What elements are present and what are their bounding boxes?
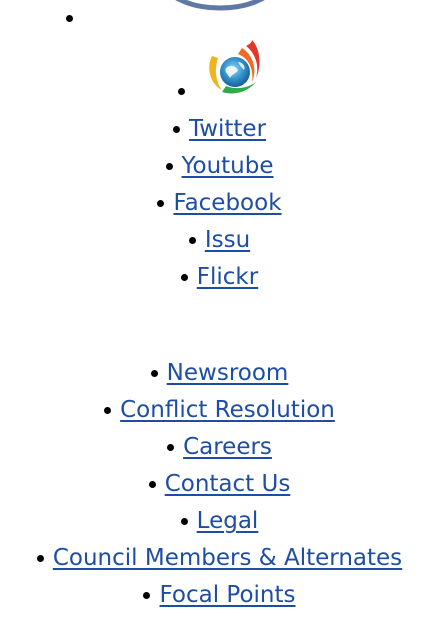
list-bullet (180, 274, 188, 281)
list-bullet (167, 444, 175, 451)
list-bullet (157, 200, 165, 207)
list-bullet (36, 555, 44, 562)
list-item: Careers (0, 436, 439, 473)
list-bullet (143, 592, 151, 599)
empty-list-bullet (66, 15, 73, 22)
list-bullet (150, 370, 158, 377)
flickr-link[interactable]: Flickr (197, 264, 258, 290)
list-bullet (104, 407, 112, 414)
list-bullet (180, 518, 188, 525)
list-item: Contact Us (0, 473, 439, 510)
list-item: Facebook (0, 192, 439, 229)
contact-us-link[interactable]: Contact Us (165, 471, 291, 497)
list-item: Newsroom (0, 362, 439, 399)
globe-flame-emblem-icon[interactable] (202, 38, 270, 96)
legal-link[interactable]: Legal (197, 508, 259, 534)
footer-links-list: Newsroom Conflict Resolution Careers Con… (0, 362, 439, 621)
list-item: Flickr (0, 266, 439, 303)
facebook-link[interactable]: Facebook (173, 190, 281, 216)
issu-link[interactable]: Issu (205, 227, 250, 253)
youtube-link[interactable]: Youtube (182, 153, 274, 179)
newsroom-link[interactable]: Newsroom (167, 360, 289, 386)
list-item: Legal (0, 510, 439, 547)
list-bullet (148, 481, 156, 488)
conflict-resolution-link[interactable]: Conflict Resolution (120, 397, 335, 423)
list-item: Issu (0, 229, 439, 266)
list-item: Conflict Resolution (0, 399, 439, 436)
council-members-link[interactable]: Council Members & Alternates (53, 545, 402, 571)
list-item: Council Members & Alternates (0, 547, 439, 584)
list-bullet (188, 237, 196, 244)
list-item: Focal Points (0, 584, 439, 621)
social-links-list: Twitter Youtube Facebook Issu Flickr (0, 118, 439, 303)
list-bullet (165, 163, 173, 170)
list-item: Twitter (0, 118, 439, 155)
focal-points-link[interactable]: Focal Points (159, 582, 295, 608)
emblem-list-bullet (178, 88, 185, 95)
circle-logo-icon (175, 0, 265, 11)
twitter-link[interactable]: Twitter (189, 116, 266, 142)
list-bullet (172, 126, 180, 133)
list-item: Youtube (0, 155, 439, 192)
careers-link[interactable]: Careers (183, 434, 272, 460)
